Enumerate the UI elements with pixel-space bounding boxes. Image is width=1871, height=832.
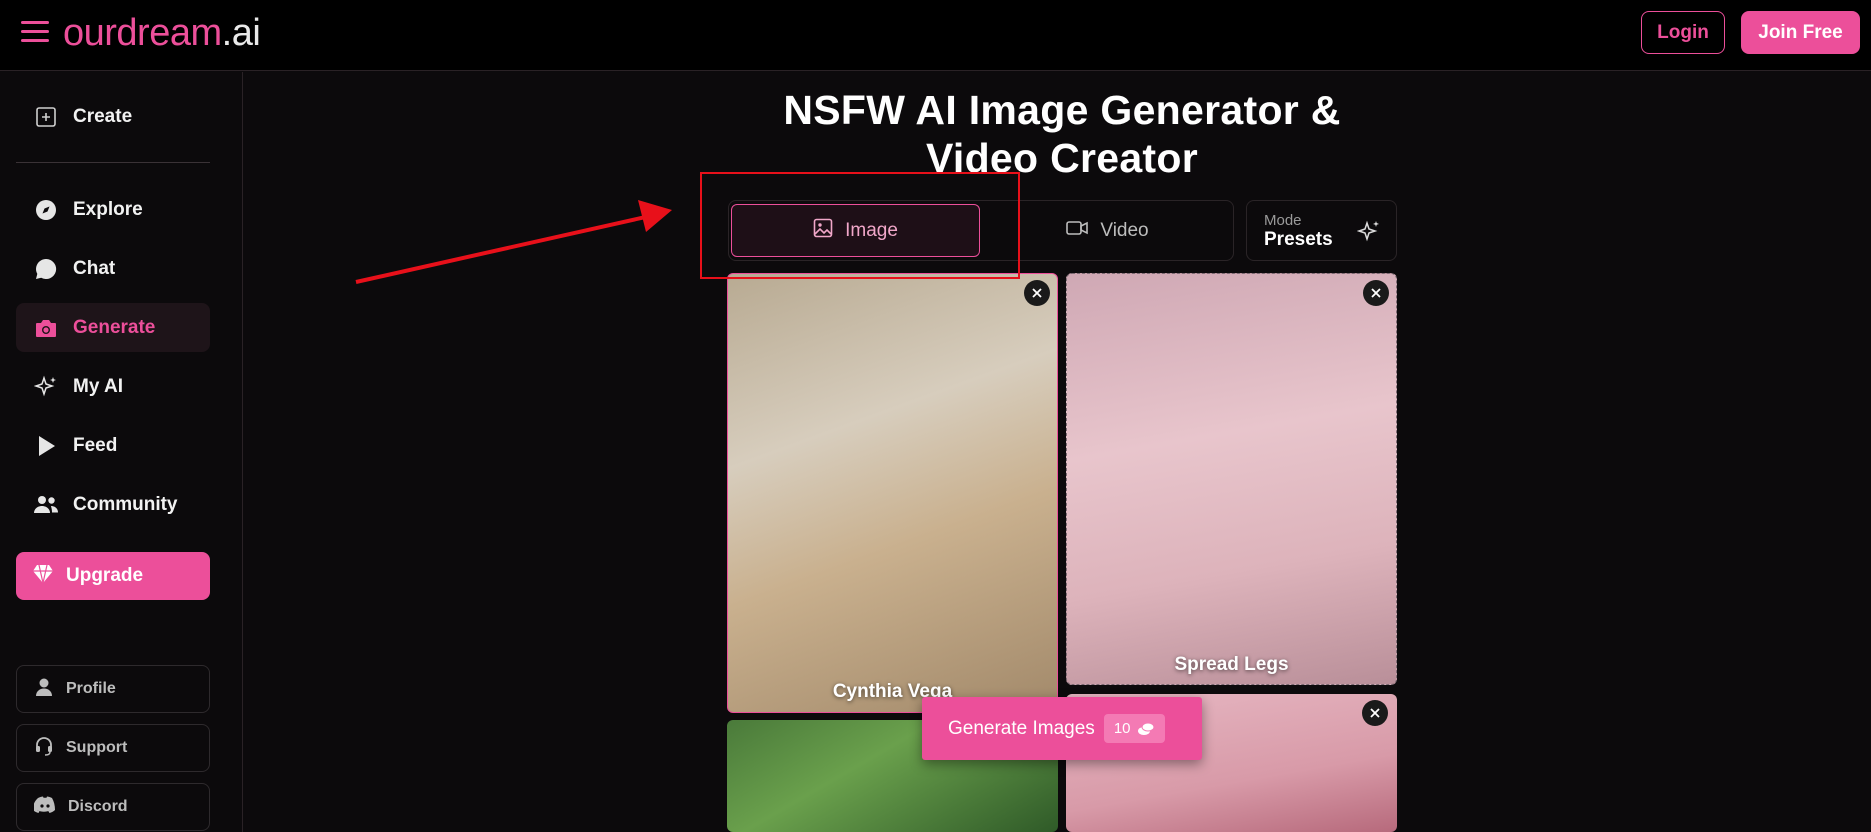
user-icon (34, 677, 54, 702)
title-line-1: NSFW AI Image Generator & (783, 87, 1341, 133)
sidebar-item-profile[interactable]: Profile (16, 665, 210, 713)
logo[interactable]: ourdream.ai (63, 8, 261, 58)
diamond-icon (32, 564, 54, 589)
generate-images-button[interactable]: Generate Images 10 (922, 697, 1202, 760)
coins-icon (1137, 722, 1154, 735)
sidebar-item-community[interactable]: Community (16, 480, 210, 529)
sidebar-divider (16, 162, 210, 163)
mode-presets-selector[interactable]: Mode Presets (1246, 200, 1397, 261)
sidebar-item-my-ai[interactable]: My AI (16, 362, 210, 411)
sidebar: Create Explore Chat Generate My AI Feed (0, 72, 243, 832)
sidebar-item-label: Profile (66, 680, 116, 697)
tab-video[interactable]: Video (985, 204, 1230, 257)
generate-label: Generate Images (948, 717, 1095, 739)
sidebar-item-create[interactable]: Create (16, 92, 210, 141)
video-camera-icon (1066, 220, 1089, 241)
sidebar-item-chat[interactable]: Chat (16, 244, 210, 293)
sidebar-item-label: Feed (73, 434, 118, 456)
page-title: NSFW AI Image Generator & Video Creator (662, 86, 1462, 182)
sidebar-item-label: Generate (73, 316, 156, 338)
preset-card[interactable]: Cynthia Vega (727, 273, 1058, 713)
credit-count: 10 (1113, 720, 1131, 737)
sidebar-item-generate[interactable]: Generate (16, 303, 210, 352)
join-free-button[interactable]: Join Free (1741, 11, 1860, 54)
headset-icon (34, 736, 54, 761)
compass-icon (33, 197, 59, 223)
sidebar-item-label: Explore (73, 198, 143, 220)
sparkle-icon (1356, 218, 1381, 249)
upgrade-label: Upgrade (66, 565, 144, 586)
sidebar-item-feed[interactable]: Feed (16, 421, 210, 470)
discord-icon (33, 796, 56, 819)
tab-label: Video (1100, 219, 1149, 241)
close-icon[interactable] (1024, 280, 1050, 306)
menu-icon[interactable] (21, 21, 49, 43)
sparkle-icon (33, 374, 59, 400)
sidebar-item-label: My AI (73, 375, 123, 397)
credit-badge: 10 (1103, 714, 1165, 743)
logo-brand: ourdream (63, 12, 222, 54)
annotation-highlight-box (700, 172, 1020, 279)
camera-icon (33, 315, 59, 341)
sidebar-item-label: Discord (68, 798, 128, 815)
mode-caption: Mode (1264, 212, 1302, 229)
preset-card[interactable]: Spread Legs (1066, 273, 1397, 685)
sidebar-item-label: Chat (73, 257, 116, 279)
plus-square-icon (33, 104, 59, 130)
close-icon[interactable] (1362, 700, 1388, 726)
sidebar-item-label: Create (73, 105, 133, 127)
chat-bubble-icon (33, 256, 59, 282)
top-bar: ourdream.ai Login Join Free (0, 0, 1871, 71)
mode-value: Presets (1264, 229, 1333, 250)
close-icon[interactable] (1363, 280, 1389, 306)
upgrade-button[interactable]: Upgrade (16, 552, 210, 600)
sidebar-item-discord[interactable]: Discord (16, 783, 210, 831)
login-button[interactable]: Login (1641, 11, 1725, 54)
sidebar-item-support[interactable]: Support (16, 724, 210, 772)
logo-tld: .ai (221, 12, 261, 54)
play-icon (33, 433, 59, 459)
sidebar-item-label: Support (66, 739, 128, 756)
sidebar-item-label: Community (73, 493, 178, 515)
card-caption: Spread Legs (1174, 654, 1289, 675)
sidebar-item-explore[interactable]: Explore (16, 185, 210, 234)
annotation-arrow (355, 200, 672, 284)
users-icon (33, 492, 59, 518)
